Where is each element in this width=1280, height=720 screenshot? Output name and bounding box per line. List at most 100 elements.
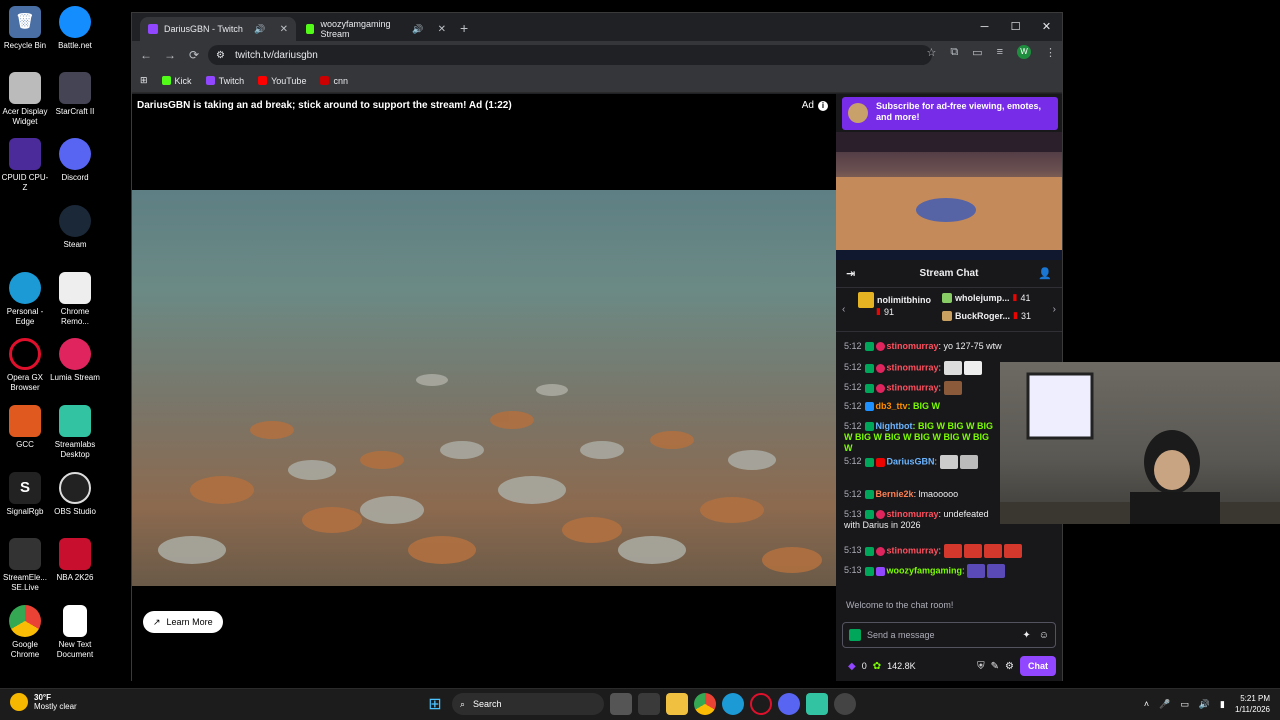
- clock[interactable]: 5:21 PM 1/11/2026: [1235, 693, 1270, 715]
- desktop-icon-cpuz[interactable]: CPUID CPU-Z: [0, 138, 50, 193]
- battery-icon[interactable]: ▮: [1220, 699, 1225, 710]
- desktop-icon-discord[interactable]: Discord: [50, 138, 100, 183]
- tab-woozyfamgaming[interactable]: woozyfamgaming Stream 🔊 ✕: [298, 17, 454, 41]
- desktop-icon-acer-display-widget[interactable]: Acer Display Widget: [0, 72, 50, 127]
- community-icon[interactable]: 👤: [1038, 260, 1052, 288]
- desktop-icon-starcraft[interactable]: StarCraft II: [50, 72, 100, 117]
- chat-input[interactable]: Send a message ✦ ☺: [842, 622, 1056, 648]
- maximize-button[interactable]: ☐: [1000, 13, 1031, 41]
- mini-player-basketball[interactable]: [836, 132, 1062, 260]
- chat-message[interactable]: 5:13 stinomurray: undefeated with Darius …: [844, 509, 999, 531]
- info-icon[interactable]: i: [818, 100, 828, 111]
- chat-message[interactable]: 5:12 db3_ttv: BIG W: [844, 401, 940, 412]
- chevron-left-icon[interactable]: ‹: [842, 304, 845, 315]
- chat-message[interactable]: 5:12 stinomurray:: [844, 381, 964, 395]
- bookmark-cnn[interactable]: cnn: [320, 76, 348, 86]
- minimize-button[interactable]: ─: [969, 13, 1000, 41]
- chat-message[interactable]: 5:12 stinomurray:: [844, 361, 984, 375]
- pencil-icon[interactable]: ✎: [991, 661, 999, 672]
- chevron-up-icon[interactable]: ˄: [1144, 699, 1149, 709]
- gear-icon[interactable]: ⚙: [1005, 661, 1014, 672]
- chat-message[interactable]: 5:13 stinomurray:: [844, 544, 1024, 558]
- apps-grid-icon[interactable]: ⊞: [140, 75, 148, 86]
- desktop-icon-gcc[interactable]: GCC: [0, 405, 50, 450]
- windows-start-icon[interactable]: ⊞: [424, 693, 446, 715]
- media-icon[interactable]: ≡: [997, 46, 1003, 58]
- streamelements-icon: [9, 538, 41, 570]
- learn-more-button[interactable]: ↗ Learn More: [143, 611, 223, 633]
- bookmark-youtube[interactable]: YouTube: [258, 76, 306, 86]
- profile-avatar[interactable]: W: [1017, 45, 1031, 59]
- bookmark-kick[interactable]: Kick: [161, 76, 192, 86]
- desktop-icon-obs[interactable]: OBS Studio: [50, 472, 100, 517]
- desktop-icon-steam[interactable]: Steam: [50, 205, 100, 250]
- desktop-icon-lumia-stream[interactable]: Lumia Stream: [50, 338, 100, 383]
- bookmark-twitch[interactable]: Twitch: [205, 76, 244, 86]
- file-explorer-icon[interactable]: [666, 693, 688, 715]
- menu-icon[interactable]: ⋮: [1045, 46, 1056, 59]
- network-icon[interactable]: ▭: [1180, 699, 1189, 710]
- chat-message[interactable]: 5:12 Nightbot: BIG W BIG W BIG W BIG W BI…: [844, 421, 999, 454]
- discord-taskbar-icon[interactable]: [778, 693, 800, 715]
- desktop-icon-signalrgb[interactable]: S SignalRgb: [0, 472, 50, 517]
- bits-icon[interactable]: ✦: [1022, 630, 1030, 641]
- shield-icon[interactable]: ⛨: [977, 661, 985, 672]
- close-tab-icon[interactable]: ✕: [438, 24, 446, 35]
- forward-button[interactable]: →: [158, 48, 182, 62]
- back-button[interactable]: ←: [134, 48, 158, 62]
- new-tab-button[interactable]: +: [460, 20, 468, 36]
- heart-badge-icon: [875, 342, 885, 352]
- gifter-2[interactable]: wholejump... ▮ 41: [942, 292, 1030, 303]
- chat-send-button[interactable]: Chat: [1020, 656, 1056, 676]
- chat-message[interactable]: 5:13 woozyfamgaming:: [844, 564, 1007, 578]
- site-info-icon[interactable]: ⚙: [216, 50, 225, 61]
- close-window-button[interactable]: ✕: [1031, 13, 1062, 41]
- emote-picker-icon[interactable]: ☺: [1039, 630, 1049, 641]
- desktop-icon-edge[interactable]: Personal - Edge: [0, 272, 50, 327]
- desktop-icon-streamelements[interactable]: StreamEle... SE.Live: [0, 538, 50, 593]
- edge-taskbar-icon[interactable]: [722, 693, 744, 715]
- bookmark-star-icon[interactable]: ☆: [926, 46, 936, 59]
- channel-points-icon[interactable]: ✿: [873, 661, 881, 672]
- reload-button[interactable]: ⟳: [182, 48, 206, 62]
- address-bar[interactable]: ⚙ twitch.tv/dariusgbn: [208, 45, 932, 65]
- subscribe-banner[interactable]: Subscribe for ad-free viewing, emotes, a…: [842, 97, 1058, 130]
- desktop-icon-nba2k26[interactable]: NBA 2K26: [50, 538, 100, 583]
- volume-icon[interactable]: 🔊: [1199, 699, 1210, 710]
- desktop-icon-streamlabs[interactable]: Streamlabs Desktop: [50, 405, 100, 460]
- widgets-icon[interactable]: [638, 693, 660, 715]
- chat-message[interactable]: 5:12 DariusGBN:: [844, 455, 980, 469]
- chrome-taskbar-icon[interactable]: [694, 693, 716, 715]
- speaker-icon[interactable]: 🔊: [254, 24, 265, 35]
- taskbar-search[interactable]: ⌕ Search: [452, 693, 604, 715]
- tab-dariusgbn[interactable]: DariusGBN - Twitch 🔊 ✕: [140, 17, 296, 41]
- speaker-icon[interactable]: 🔊: [412, 24, 423, 35]
- discord-icon: [59, 138, 91, 170]
- desktop-icon-battle-net[interactable]: Battle.net: [50, 6, 100, 51]
- chevron-right-icon[interactable]: ›: [1053, 304, 1056, 315]
- desktop-icon-recycle-bin[interactable]: 🗑 Recycle Bin: [0, 6, 50, 51]
- extensions-icon[interactable]: ⧉: [950, 46, 958, 59]
- microphone-icon[interactable]: 🎤: [1159, 699, 1170, 710]
- video-player[interactable]: DariusGBN is taking an ad break; stick a…: [132, 94, 836, 681]
- desktop-icon-opera-gx[interactable]: Opera GX Browser: [0, 338, 50, 393]
- streamlabs-taskbar-icon[interactable]: [806, 693, 828, 715]
- badge-icon: [864, 342, 874, 352]
- close-tab-icon[interactable]: ✕: [280, 24, 288, 35]
- chrome-icon: [9, 605, 41, 637]
- desktop-icon-chrome-remote[interactable]: Chrome Remo...: [50, 272, 100, 327]
- bits-icon[interactable]: ◆: [848, 661, 856, 672]
- desktop-icon-new-text-document[interactable]: New Text Document: [50, 605, 100, 660]
- desktop-icon-google-chrome[interactable]: Google Chrome: [0, 605, 50, 660]
- task-view-icon[interactable]: [610, 693, 632, 715]
- cast-icon[interactable]: ▭: [972, 46, 982, 59]
- chat-message[interactable]: 5:12 stinomurray: yo 127-75 wtw: [844, 341, 1002, 352]
- gifter-1[interactable]: nolimitbhino: [858, 292, 931, 308]
- collapse-chat-icon[interactable]: ⇥: [846, 260, 855, 288]
- chat-message[interactable]: 5:12 Bernie2k: lmaooooo: [844, 489, 958, 500]
- weather-widget[interactable]: 30°F Mostly clear: [10, 693, 77, 711]
- ad-badge[interactable]: Ad i: [802, 100, 828, 111]
- opera-taskbar-icon[interactable]: [750, 693, 772, 715]
- app-taskbar-icon[interactable]: [834, 693, 856, 715]
- gifter-3[interactable]: BuckRoger... ▮ 31: [942, 310, 1031, 321]
